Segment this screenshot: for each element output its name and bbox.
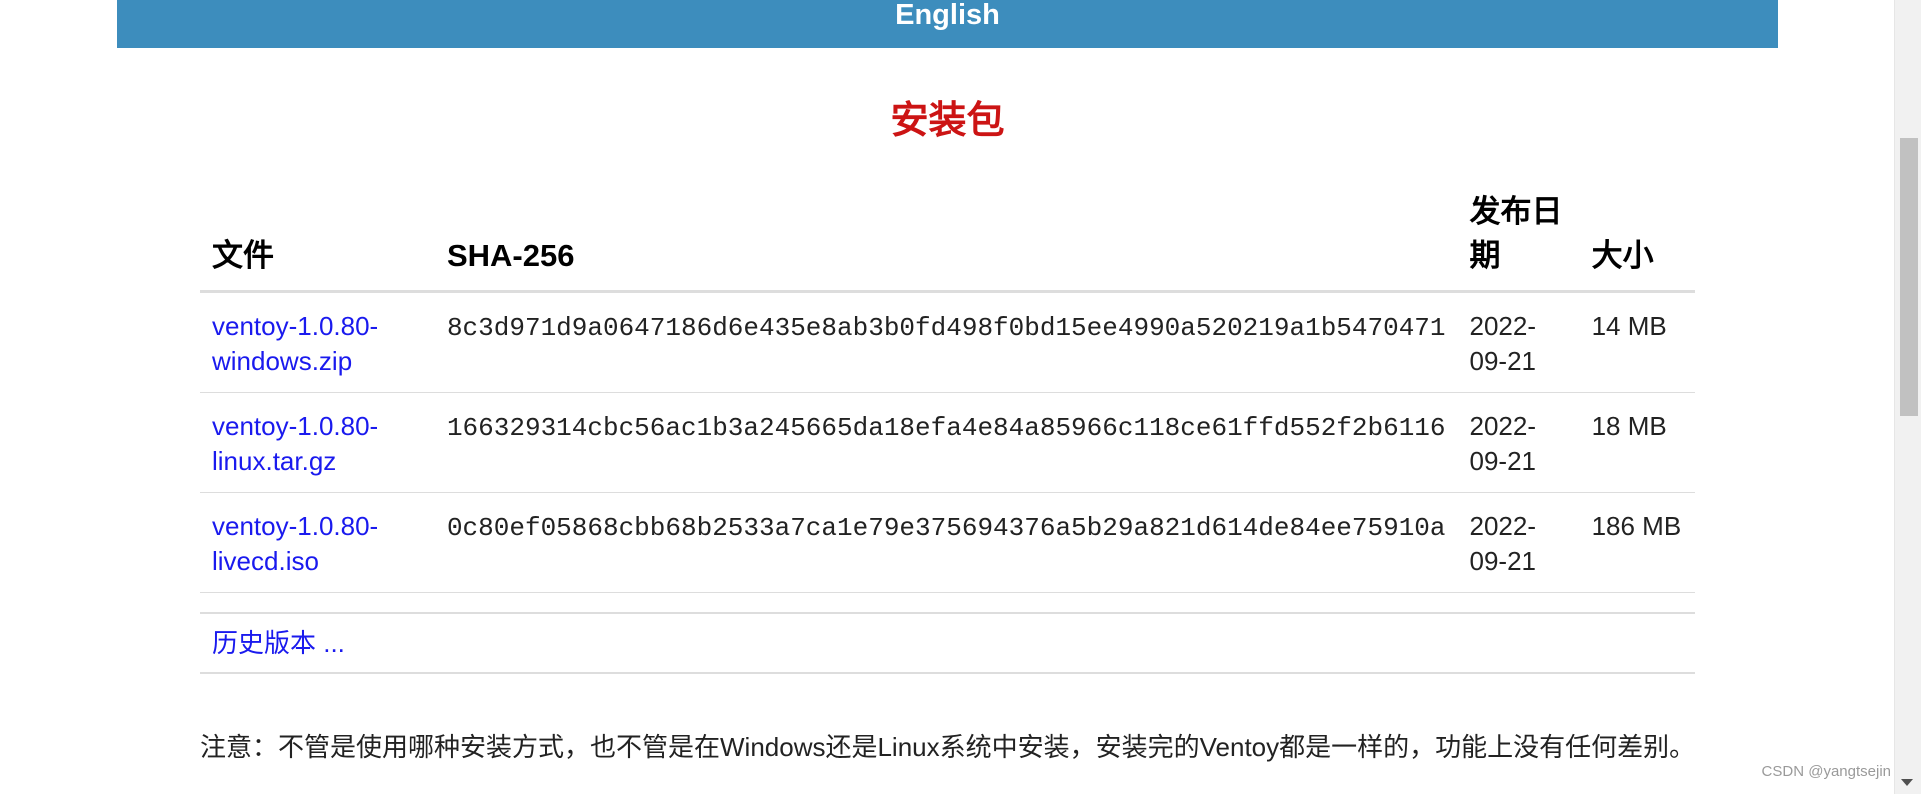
- release-date-cell: 2022-09-21: [1457, 392, 1580, 493]
- sha256-cell: 8c3d971d9a0647186d6e435e8ab3b0fd498f0bd1…: [434, 291, 1458, 393]
- file-cell: ventoy-1.0.80-linux.tar.gz: [200, 392, 435, 493]
- vertical-scrollbar[interactable]: [1894, 0, 1921, 794]
- install-note: 注意：不管是使用哪种安装方式，也不管是在Windows还是Linux系统中安装，…: [200, 732, 1696, 762]
- size-cell: 14 MB: [1579, 291, 1695, 393]
- table-row: ventoy-1.0.80-livecd.iso 0c80ef05868cbb6…: [200, 492, 1695, 593]
- download-link-linux-tar-gz[interactable]: ventoy-1.0.80-linux.tar.gz: [212, 411, 378, 476]
- download-link-livecd-iso[interactable]: ventoy-1.0.80-livecd.iso: [212, 511, 378, 576]
- scroll-down-arrow-icon[interactable]: [1901, 779, 1913, 786]
- language-banner[interactable]: English: [117, 0, 1778, 48]
- sha256-cell: 0c80ef05868cbb68b2533a7ca1e79e375694376a…: [434, 492, 1458, 593]
- language-english-link[interactable]: English: [895, 0, 1000, 30]
- download-link-windows-zip[interactable]: ventoy-1.0.80-windows.zip: [212, 311, 378, 376]
- file-cell: ventoy-1.0.80-windows.zip: [200, 291, 435, 393]
- size-cell: 18 MB: [1579, 392, 1695, 493]
- table-header-row: 文件 SHA-256 发布日期 大小: [200, 190, 1695, 293]
- history-versions-row: 历史版本 ...: [200, 612, 1695, 674]
- history-versions-link[interactable]: 历史版本 ...: [212, 627, 345, 659]
- scrollbar-thumb[interactable]: [1900, 138, 1918, 416]
- header-size: 大小: [1579, 190, 1695, 293]
- header-file: 文件: [200, 190, 435, 293]
- sha256-cell: 166329314cbc56ac1b3a245665da18efa4e84a85…: [434, 392, 1458, 493]
- release-date-cell: 2022-09-21: [1457, 291, 1580, 393]
- header-sha256: SHA-256: [434, 190, 1458, 293]
- header-release-date: 发布日期: [1457, 190, 1580, 293]
- file-cell: ventoy-1.0.80-livecd.iso: [200, 492, 435, 593]
- release-date-cell: 2022-09-21: [1457, 492, 1580, 593]
- page: English 安装包 文件 SHA-256 发布日期 大小 ventoy-1.…: [0, 0, 1921, 794]
- size-cell: 186 MB: [1579, 492, 1695, 593]
- csdn-watermark: CSDN @yangtsejin: [1761, 763, 1891, 780]
- table-row: ventoy-1.0.80-windows.zip 8c3d971d9a0647…: [200, 291, 1695, 393]
- section-title: 安装包: [890, 100, 1005, 142]
- downloads-table: 文件 SHA-256 发布日期 大小 ventoy-1.0.80-windows…: [200, 190, 1695, 593]
- table-row: ventoy-1.0.80-linux.tar.gz 166329314cbc5…: [200, 392, 1695, 493]
